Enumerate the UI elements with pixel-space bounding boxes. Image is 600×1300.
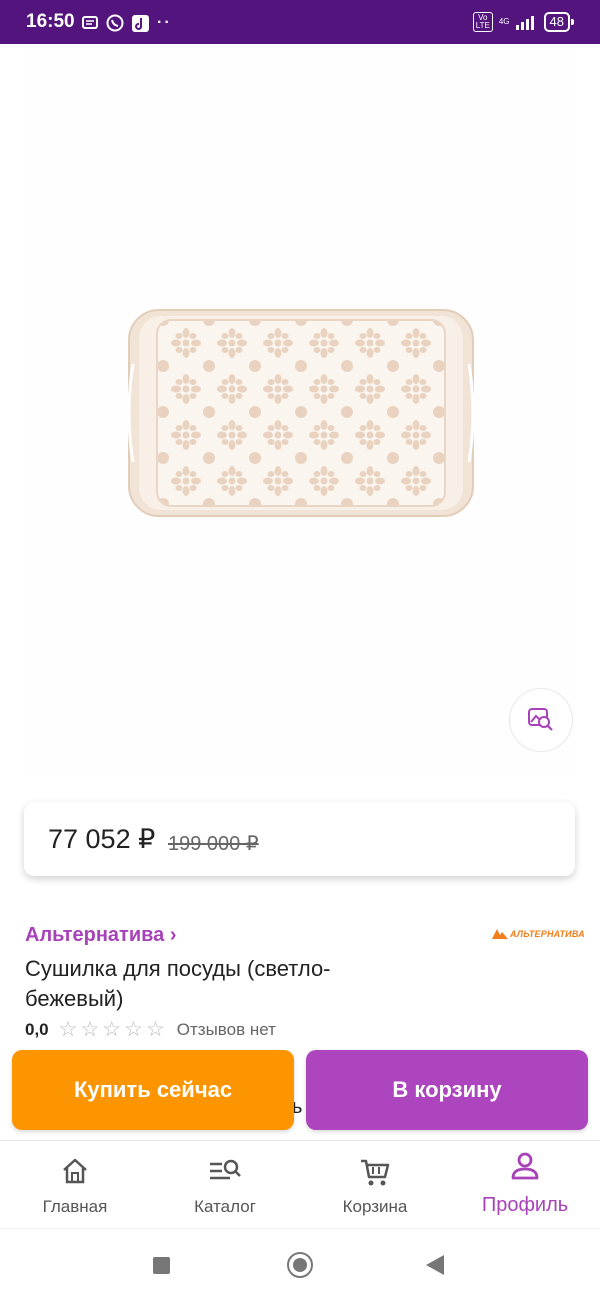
current-price: 77 052 ₽ bbox=[48, 824, 156, 854]
more-dots-icon: ·· bbox=[157, 14, 172, 31]
star-icon: ☆ bbox=[102, 1018, 122, 1041]
system-icons: Vo LTE 4G 48 bbox=[472, 12, 575, 32]
nav-item-profile[interactable]: Профиль bbox=[450, 1141, 600, 1229]
star-icon: ☆ bbox=[124, 1018, 143, 1041]
home-icon bbox=[63, 1158, 87, 1184]
brand-logo[interactable]: АЛЬТЕРНАТИВА bbox=[492, 929, 585, 939]
volte-icon: Vo LTE bbox=[472, 12, 493, 32]
add-to-cart-button[interactable]: В корзину bbox=[306, 1050, 588, 1130]
image-zoom-button[interactable] bbox=[509, 688, 573, 752]
catalog-search-icon bbox=[210, 1159, 241, 1180]
whatsapp-icon bbox=[106, 14, 124, 32]
battery-icon: 48 bbox=[543, 12, 575, 32]
rating-value: 0,0 bbox=[25, 1019, 49, 1039]
star-icon: ☆ bbox=[80, 1018, 100, 1041]
profile-icon bbox=[511, 1152, 539, 1180]
nav-label-home: Главная bbox=[42, 1197, 108, 1216]
nav-label-catalog: Каталог bbox=[194, 1197, 256, 1216]
status-time: 16:50 bbox=[26, 11, 75, 32]
nav-item-catalog[interactable]: Каталог bbox=[150, 1141, 300, 1229]
recent-apps-icon[interactable] bbox=[153, 1257, 170, 1274]
nav-label-cart: Корзина bbox=[342, 1197, 408, 1216]
brand-logo-icon bbox=[492, 929, 508, 939]
nav-item-home[interactable]: Главная bbox=[0, 1141, 150, 1229]
star-icon: ☆ bbox=[145, 1018, 165, 1041]
back-icon[interactable] bbox=[426, 1255, 444, 1275]
message-icon bbox=[82, 15, 98, 29]
star-icon: ☆ bbox=[58, 1018, 78, 1041]
system-nav-bar bbox=[0, 1228, 600, 1300]
bottom-nav: Главная Каталог Корзина Профиль bbox=[0, 1140, 600, 1229]
rating-stars: ☆ ☆ ☆ ☆ ☆ bbox=[59, 1019, 165, 1040]
reviews-count: Отзывов нет bbox=[176, 1019, 276, 1039]
buy-now-button[interactable]: Купить сейчас bbox=[12, 1050, 294, 1130]
signal-icon bbox=[515, 16, 534, 30]
dish-drainer-image bbox=[127, 309, 475, 517]
status-bar: 16:50 ·· Vo LTE 4G 48 bbox=[0, 0, 600, 44]
brand-link[interactable]: Альтернатива › bbox=[25, 924, 176, 947]
nav-label-profile: Профиль bbox=[481, 1194, 569, 1216]
price-card: 77 052 ₽ 199 000 ₽ bbox=[24, 802, 575, 876]
brand-logo-text: АЛЬТЕРНАТИВА bbox=[510, 929, 585, 939]
image-search-icon bbox=[528, 708, 553, 731]
nav-item-cart[interactable]: Корзина bbox=[300, 1141, 450, 1229]
network-label: 4G bbox=[498, 17, 510, 26]
home-button-icon[interactable] bbox=[287, 1252, 313, 1278]
cart-icon bbox=[361, 1159, 390, 1186]
music-icon bbox=[132, 14, 149, 32]
product-title: Сушилка для посуды (светло-бежевый) bbox=[25, 956, 331, 1011]
rating-row[interactable]: 0,0 ☆ ☆ ☆ ☆ ☆ Отзывов нет bbox=[25, 1019, 276, 1040]
old-price: 199 000 ₽ bbox=[168, 833, 259, 855]
product-image[interactable] bbox=[25, 44, 575, 774]
notification-icons: ·· bbox=[82, 14, 172, 32]
